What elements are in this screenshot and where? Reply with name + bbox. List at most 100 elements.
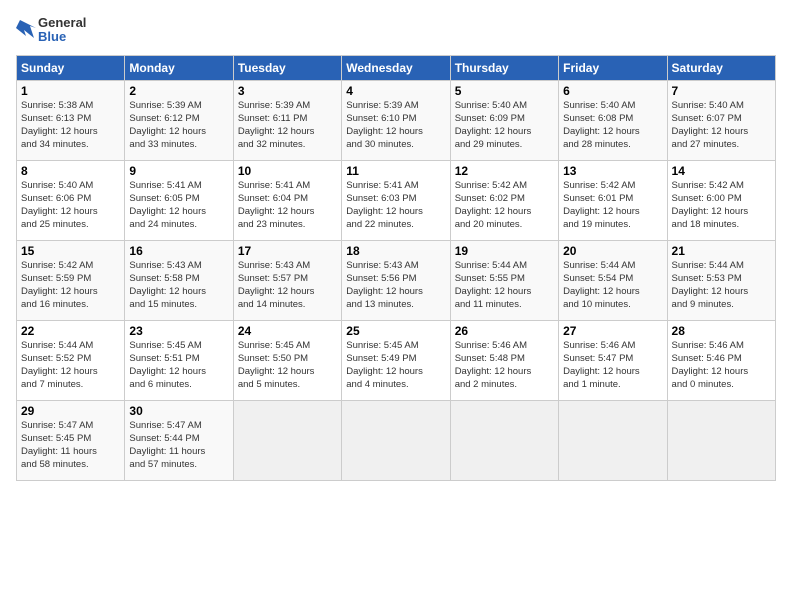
day-info: Sunrise: 5:42 AM Sunset: 6:01 PM Dayligh… (563, 179, 662, 232)
day-number: 19 (455, 244, 554, 258)
day-number: 16 (129, 244, 228, 258)
day-number: 22 (21, 324, 120, 338)
logo: General Blue (16, 16, 86, 45)
day-info: Sunrise: 5:44 AM Sunset: 5:53 PM Dayligh… (672, 259, 771, 312)
day-info: Sunrise: 5:38 AM Sunset: 6:13 PM Dayligh… (21, 99, 120, 152)
calendar-cell: 9Sunrise: 5:41 AM Sunset: 6:05 PM Daylig… (125, 160, 233, 240)
logo-bird-icon (16, 16, 36, 44)
day-info: Sunrise: 5:44 AM Sunset: 5:52 PM Dayligh… (21, 339, 120, 392)
logo-container: General Blue (16, 16, 86, 45)
column-header-tuesday: Tuesday (233, 55, 341, 80)
day-info: Sunrise: 5:39 AM Sunset: 6:11 PM Dayligh… (238, 99, 337, 152)
calendar-cell: 23Sunrise: 5:45 AM Sunset: 5:51 PM Dayli… (125, 320, 233, 400)
day-number: 20 (563, 244, 662, 258)
calendar-week-3: 15Sunrise: 5:42 AM Sunset: 5:59 PM Dayli… (17, 240, 776, 320)
day-number: 27 (563, 324, 662, 338)
day-info: Sunrise: 5:40 AM Sunset: 6:09 PM Dayligh… (455, 99, 554, 152)
calendar-cell: 6Sunrise: 5:40 AM Sunset: 6:08 PM Daylig… (559, 80, 667, 160)
day-info: Sunrise: 5:47 AM Sunset: 5:44 PM Dayligh… (129, 419, 228, 472)
day-info: Sunrise: 5:39 AM Sunset: 6:10 PM Dayligh… (346, 99, 445, 152)
logo-text-general: General (38, 16, 86, 30)
calendar-cell: 5Sunrise: 5:40 AM Sunset: 6:09 PM Daylig… (450, 80, 558, 160)
day-number: 17 (238, 244, 337, 258)
calendar-cell (233, 400, 341, 480)
day-number: 13 (563, 164, 662, 178)
calendar-cell: 26Sunrise: 5:46 AM Sunset: 5:48 PM Dayli… (450, 320, 558, 400)
day-info: Sunrise: 5:40 AM Sunset: 6:06 PM Dayligh… (21, 179, 120, 232)
calendar-cell: 18Sunrise: 5:43 AM Sunset: 5:56 PM Dayli… (342, 240, 450, 320)
logo-text-blue: Blue (38, 30, 86, 44)
day-number: 14 (672, 164, 771, 178)
calendar-cell: 7Sunrise: 5:40 AM Sunset: 6:07 PM Daylig… (667, 80, 775, 160)
calendar-cell: 15Sunrise: 5:42 AM Sunset: 5:59 PM Dayli… (17, 240, 125, 320)
day-number: 6 (563, 84, 662, 98)
day-number: 1 (21, 84, 120, 98)
day-number: 28 (672, 324, 771, 338)
calendar-table: SundayMondayTuesdayWednesdayThursdayFrid… (16, 55, 776, 481)
day-number: 5 (455, 84, 554, 98)
calendar-cell: 14Sunrise: 5:42 AM Sunset: 6:00 PM Dayli… (667, 160, 775, 240)
day-number: 29 (21, 404, 120, 418)
day-number: 4 (346, 84, 445, 98)
day-number: 21 (672, 244, 771, 258)
calendar-cell: 1Sunrise: 5:38 AM Sunset: 6:13 PM Daylig… (17, 80, 125, 160)
calendar-cell: 4Sunrise: 5:39 AM Sunset: 6:10 PM Daylig… (342, 80, 450, 160)
day-info: Sunrise: 5:40 AM Sunset: 6:07 PM Dayligh… (672, 99, 771, 152)
calendar-cell: 22Sunrise: 5:44 AM Sunset: 5:52 PM Dayli… (17, 320, 125, 400)
calendar-cell: 30Sunrise: 5:47 AM Sunset: 5:44 PM Dayli… (125, 400, 233, 480)
day-number: 24 (238, 324, 337, 338)
column-header-friday: Friday (559, 55, 667, 80)
day-info: Sunrise: 5:45 AM Sunset: 5:51 PM Dayligh… (129, 339, 228, 392)
calendar-cell: 8Sunrise: 5:40 AM Sunset: 6:06 PM Daylig… (17, 160, 125, 240)
day-info: Sunrise: 5:40 AM Sunset: 6:08 PM Dayligh… (563, 99, 662, 152)
calendar-cell: 20Sunrise: 5:44 AM Sunset: 5:54 PM Dayli… (559, 240, 667, 320)
day-info: Sunrise: 5:43 AM Sunset: 5:57 PM Dayligh… (238, 259, 337, 312)
day-info: Sunrise: 5:42 AM Sunset: 6:00 PM Dayligh… (672, 179, 771, 232)
day-info: Sunrise: 5:41 AM Sunset: 6:04 PM Dayligh… (238, 179, 337, 232)
column-header-sunday: Sunday (17, 55, 125, 80)
column-header-wednesday: Wednesday (342, 55, 450, 80)
day-info: Sunrise: 5:45 AM Sunset: 5:49 PM Dayligh… (346, 339, 445, 392)
day-info: Sunrise: 5:39 AM Sunset: 6:12 PM Dayligh… (129, 99, 228, 152)
day-info: Sunrise: 5:43 AM Sunset: 5:56 PM Dayligh… (346, 259, 445, 312)
day-number: 12 (455, 164, 554, 178)
calendar-cell: 2Sunrise: 5:39 AM Sunset: 6:12 PM Daylig… (125, 80, 233, 160)
calendar-week-4: 22Sunrise: 5:44 AM Sunset: 5:52 PM Dayli… (17, 320, 776, 400)
day-info: Sunrise: 5:46 AM Sunset: 5:48 PM Dayligh… (455, 339, 554, 392)
calendar-header-row: SundayMondayTuesdayWednesdayThursdayFrid… (17, 55, 776, 80)
calendar-body: 1Sunrise: 5:38 AM Sunset: 6:13 PM Daylig… (17, 80, 776, 480)
calendar-cell (667, 400, 775, 480)
calendar-cell: 3Sunrise: 5:39 AM Sunset: 6:11 PM Daylig… (233, 80, 341, 160)
calendar-cell: 12Sunrise: 5:42 AM Sunset: 6:02 PM Dayli… (450, 160, 558, 240)
column-header-saturday: Saturday (667, 55, 775, 80)
calendar-cell: 24Sunrise: 5:45 AM Sunset: 5:50 PM Dayli… (233, 320, 341, 400)
day-number: 8 (21, 164, 120, 178)
day-info: Sunrise: 5:45 AM Sunset: 5:50 PM Dayligh… (238, 339, 337, 392)
calendar-cell: 17Sunrise: 5:43 AM Sunset: 5:57 PM Dayli… (233, 240, 341, 320)
calendar-cell: 29Sunrise: 5:47 AM Sunset: 5:45 PM Dayli… (17, 400, 125, 480)
day-number: 10 (238, 164, 337, 178)
day-number: 25 (346, 324, 445, 338)
calendar-cell: 16Sunrise: 5:43 AM Sunset: 5:58 PM Dayli… (125, 240, 233, 320)
calendar-week-2: 8Sunrise: 5:40 AM Sunset: 6:06 PM Daylig… (17, 160, 776, 240)
header: General Blue (16, 16, 776, 45)
calendar-cell: 27Sunrise: 5:46 AM Sunset: 5:47 PM Dayli… (559, 320, 667, 400)
day-info: Sunrise: 5:41 AM Sunset: 6:03 PM Dayligh… (346, 179, 445, 232)
day-number: 30 (129, 404, 228, 418)
day-number: 15 (21, 244, 120, 258)
calendar-cell: 13Sunrise: 5:42 AM Sunset: 6:01 PM Dayli… (559, 160, 667, 240)
day-info: Sunrise: 5:42 AM Sunset: 6:02 PM Dayligh… (455, 179, 554, 232)
calendar-cell: 10Sunrise: 5:41 AM Sunset: 6:04 PM Dayli… (233, 160, 341, 240)
calendar-cell: 25Sunrise: 5:45 AM Sunset: 5:49 PM Dayli… (342, 320, 450, 400)
calendar-cell (450, 400, 558, 480)
calendar-cell (559, 400, 667, 480)
day-number: 9 (129, 164, 228, 178)
day-info: Sunrise: 5:41 AM Sunset: 6:05 PM Dayligh… (129, 179, 228, 232)
calendar-cell: 11Sunrise: 5:41 AM Sunset: 6:03 PM Dayli… (342, 160, 450, 240)
calendar-week-5: 29Sunrise: 5:47 AM Sunset: 5:45 PM Dayli… (17, 400, 776, 480)
day-number: 11 (346, 164, 445, 178)
day-number: 7 (672, 84, 771, 98)
calendar-cell: 19Sunrise: 5:44 AM Sunset: 5:55 PM Dayli… (450, 240, 558, 320)
day-number: 2 (129, 84, 228, 98)
day-info: Sunrise: 5:46 AM Sunset: 5:47 PM Dayligh… (563, 339, 662, 392)
